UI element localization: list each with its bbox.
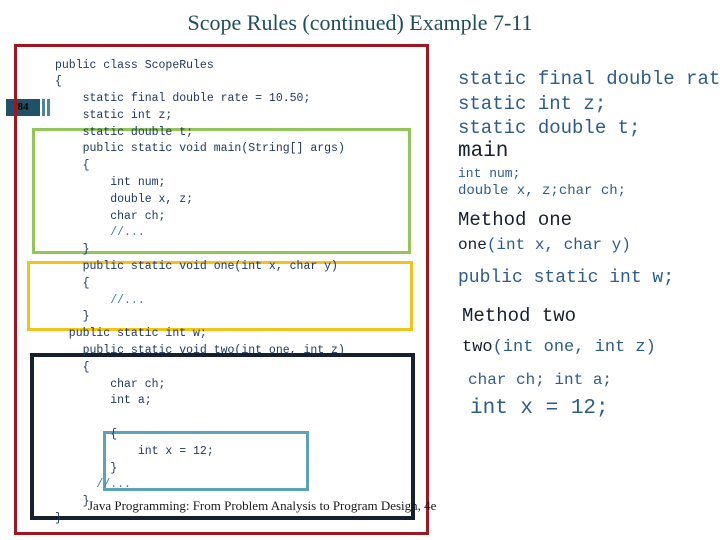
slide-canvas: Scope Rules (continued) Example 7-11 84 …: [0, 0, 720, 540]
annotation-two-params: (int one, int z): [492, 338, 656, 357]
annotation-method-two-label: Method two: [462, 305, 577, 327]
page-title: Scope Rules (continued) Example 7-11: [187, 10, 533, 35]
slide-footer: Java Programming: From Problem Analysis …: [88, 498, 437, 513]
annotation-double-x-z-char-ch: double x, z;char ch;: [458, 183, 627, 199]
code-comment: //...: [110, 226, 145, 240]
annotation-method-one-label: Method one: [458, 209, 573, 231]
annotation-char-ch-int-a: char ch; int a;: [468, 371, 613, 389]
annotation-method-two-signature: two(int one, int z): [462, 338, 656, 357]
annotation-one-params: (int x, char y): [486, 236, 631, 254]
annotation-public-static-int-w: public static int w;: [458, 268, 675, 288]
annotation-int-num: int num;: [458, 166, 521, 181]
annotation-one-name: one: [458, 236, 487, 254]
annotation-static-final-rate: static final double rate: [458, 68, 720, 90]
code-comment: //...: [110, 293, 145, 307]
annotation-static-int-z: static int z;: [458, 93, 607, 115]
code-comment: //...: [96, 478, 131, 492]
annotation-int-x-12: int x = 12;: [470, 397, 609, 420]
java-code-listing: public class ScopeRules { static final d…: [55, 58, 345, 526]
annotation-main-label: main: [458, 140, 509, 163]
annotation-method-one-signature: one(int x, char y): [458, 236, 631, 254]
annotation-two-name: two: [462, 338, 493, 357]
annotation-static-double-t: static double t;: [458, 117, 641, 139]
